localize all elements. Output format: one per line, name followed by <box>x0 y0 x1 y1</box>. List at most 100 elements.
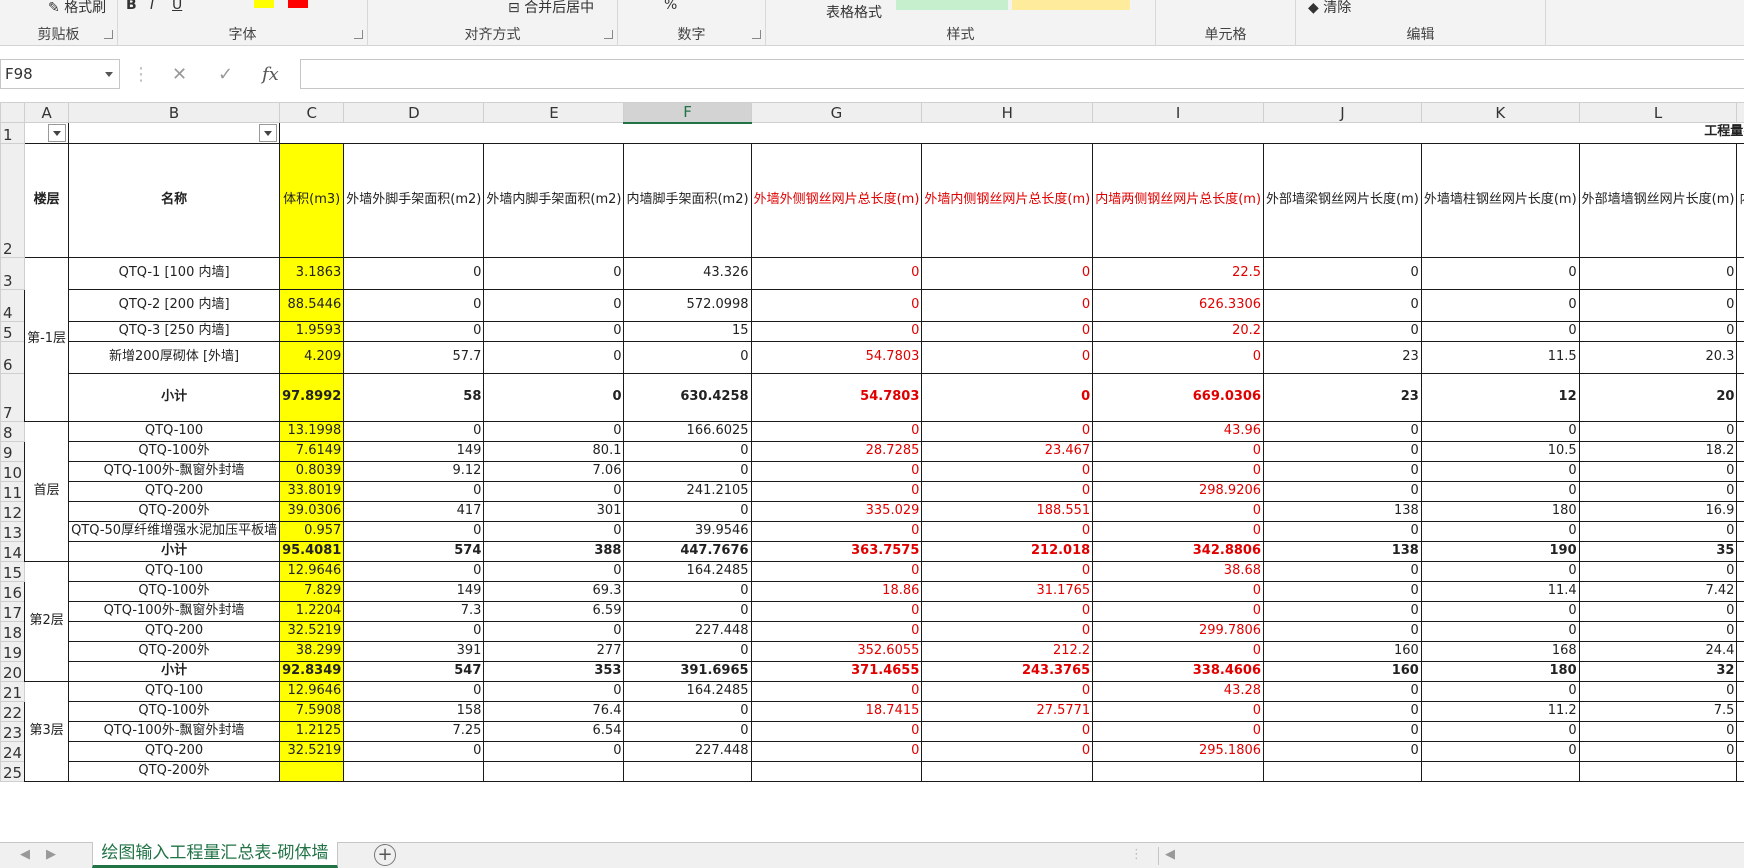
row-header[interactable]: 10 <box>0 460 26 482</box>
value-cell[interactable]: 259 <box>1736 540 1744 562</box>
value-cell[interactable]: 0 <box>750 480 923 502</box>
value-cell[interactable]: 247 <box>1736 288 1744 322</box>
value-cell[interactable]: 23 <box>1263 340 1422 374</box>
value-cell[interactable]: 278 <box>1736 372 1744 422</box>
sheet-tab[interactable]: 绘图输入工程量汇总表-砌体墙 <box>92 842 338 868</box>
name-cell[interactable]: QTQ-200 <box>68 480 281 502</box>
value-cell[interactable]: 54.7803 <box>750 340 923 374</box>
value-cell[interactable]: 447.7676 <box>623 540 752 562</box>
value-cell[interactable]: 0 <box>921 680 1094 702</box>
value-cell[interactable]: 0 <box>1578 320 1738 342</box>
value-cell[interactable] <box>343 760 485 782</box>
value-cell[interactable]: 299.7806 <box>1092 620 1265 642</box>
row-header[interactable]: 21 <box>0 680 26 702</box>
value-cell[interactable]: 149 <box>343 580 485 602</box>
value-cell[interactable]: 0 <box>921 560 1094 582</box>
value-cell[interactable]: 0 <box>750 560 923 582</box>
value-cell[interactable]: 0 <box>921 288 1094 322</box>
column-header-a[interactable]: A <box>24 102 70 123</box>
value-cell[interactable]: 0 <box>1578 560 1738 582</box>
value-cell[interactable]: 31.1765 <box>921 580 1094 602</box>
value-cell[interactable]: 0 <box>483 340 625 374</box>
value-cell[interactable]: 0 <box>1736 600 1744 622</box>
value-cell[interactable]: 10.5 <box>1420 440 1580 462</box>
name-cell[interactable]: QTQ-2 [200 内墙] <box>68 288 281 322</box>
value-cell[interactable]: 391 <box>343 640 485 662</box>
value-cell[interactable]: 4.209 <box>279 340 345 374</box>
value-cell[interactable] <box>1420 760 1580 782</box>
name-cell[interactable]: QTQ-200 <box>68 620 281 642</box>
floor-cell[interactable]: 第3层 <box>24 680 70 782</box>
value-cell[interactable]: 0 <box>483 620 625 642</box>
value-cell[interactable]: 180 <box>1420 660 1580 682</box>
value-cell[interactable]: 27.5771 <box>921 700 1094 722</box>
value-cell[interactable]: 164.2485 <box>623 560 752 582</box>
name-cell[interactable]: QTQ-100外 <box>68 440 281 462</box>
header-floor[interactable]: 楼层 <box>24 142 70 258</box>
value-cell[interactable]: 16.9 <box>1578 500 1738 522</box>
insert-function-icon[interactable]: fx <box>262 64 279 85</box>
value-cell[interactable]: 0 <box>623 460 752 482</box>
value-cell[interactable]: 547 <box>343 660 485 682</box>
value-cell[interactable] <box>279 760 345 782</box>
value-cell[interactable]: 6.59 <box>483 600 625 622</box>
value-cell[interactable]: 352.6055 <box>750 640 923 662</box>
value-cell[interactable]: 0 <box>343 320 485 342</box>
value-cell[interactable]: 0 <box>483 680 625 702</box>
value-cell[interactable]: 0 <box>1092 640 1265 662</box>
column-header-label[interactable]: 体积(m3) <box>279 142 345 258</box>
value-cell[interactable]: 0 <box>1092 440 1265 462</box>
value-cell[interactable]: 0 <box>1092 500 1265 522</box>
value-cell[interactable]: 0 <box>343 560 485 582</box>
floor-cell[interactable]: 第-1层 <box>24 256 70 422</box>
value-cell[interactable]: 0 <box>1420 288 1580 322</box>
value-cell[interactable]: 0 <box>921 320 1094 342</box>
value-cell[interactable]: 57.7 <box>343 340 485 374</box>
value-cell[interactable]: 626.3306 <box>1092 288 1265 322</box>
value-cell[interactable]: 0 <box>343 680 485 702</box>
value-cell[interactable]: 0 <box>623 700 752 722</box>
value-cell[interactable]: 0 <box>1420 680 1580 702</box>
value-cell[interactable]: 0 <box>343 420 485 442</box>
value-cell[interactable]: 180 <box>1420 500 1580 522</box>
value-cell[interactable]: 0 <box>750 256 923 290</box>
column-header-f[interactable]: F <box>623 102 752 124</box>
name-cell[interactable]: 小计 <box>68 660 281 682</box>
value-cell[interactable]: 0 <box>1092 600 1265 622</box>
value-cell[interactable]: 338.4606 <box>1092 660 1265 682</box>
value-cell[interactable]: 0 <box>1263 256 1422 290</box>
row-header[interactable]: 15 <box>0 560 26 582</box>
group-title-cell[interactable]: 工程量名称 <box>279 122 1744 144</box>
value-cell[interactable]: 20.2 <box>1092 320 1265 342</box>
value-cell[interactable]: 0 <box>750 460 923 482</box>
value-cell[interactable]: 0 <box>1736 560 1744 582</box>
value-cell[interactable]: 33.8019 <box>279 480 345 502</box>
clear-button[interactable]: ◆ 清除 <box>1308 0 1351 17</box>
value-cell[interactable]: 18.86 <box>750 580 923 602</box>
value-cell[interactable]: 227.448 <box>623 740 752 762</box>
column-header-b[interactable]: B <box>68 102 281 123</box>
value-cell[interactable]: 0 <box>1578 288 1738 322</box>
row-header[interactable]: 18 <box>0 620 26 642</box>
value-cell[interactable]: 0 <box>483 480 625 502</box>
row-header[interactable]: 6 <box>0 340 26 374</box>
value-cell[interactable]: 164.2485 <box>623 680 752 702</box>
name-cell[interactable]: QTQ-200 <box>68 740 281 762</box>
value-cell[interactable]: 0 <box>921 520 1094 542</box>
value-cell[interactable]: 11.2 <box>1420 700 1580 722</box>
row-header[interactable]: 9 <box>0 440 26 462</box>
value-cell[interactable]: 0 <box>1263 288 1422 322</box>
value-cell[interactable]: 0 <box>1736 520 1744 542</box>
value-cell[interactable]: 160 <box>1263 660 1422 682</box>
row-header[interactable]: 24 <box>0 740 26 762</box>
row-header[interactable]: 25 <box>0 760 26 782</box>
value-cell[interactable]: 0 <box>1736 680 1744 702</box>
row-header[interactable]: 19 <box>0 640 26 662</box>
column-header-label[interactable]: 外墙外脚手架面积(m2) <box>343 142 485 258</box>
value-cell[interactable]: 188.551 <box>921 500 1094 522</box>
value-cell[interactable]: 80.1 <box>483 440 625 462</box>
value-cell[interactable]: 0 <box>1263 460 1422 482</box>
value-cell[interactable]: 0 <box>1736 420 1744 442</box>
italic-button[interactable]: I <box>150 0 154 13</box>
value-cell[interactable]: 630.4258 <box>623 372 752 422</box>
